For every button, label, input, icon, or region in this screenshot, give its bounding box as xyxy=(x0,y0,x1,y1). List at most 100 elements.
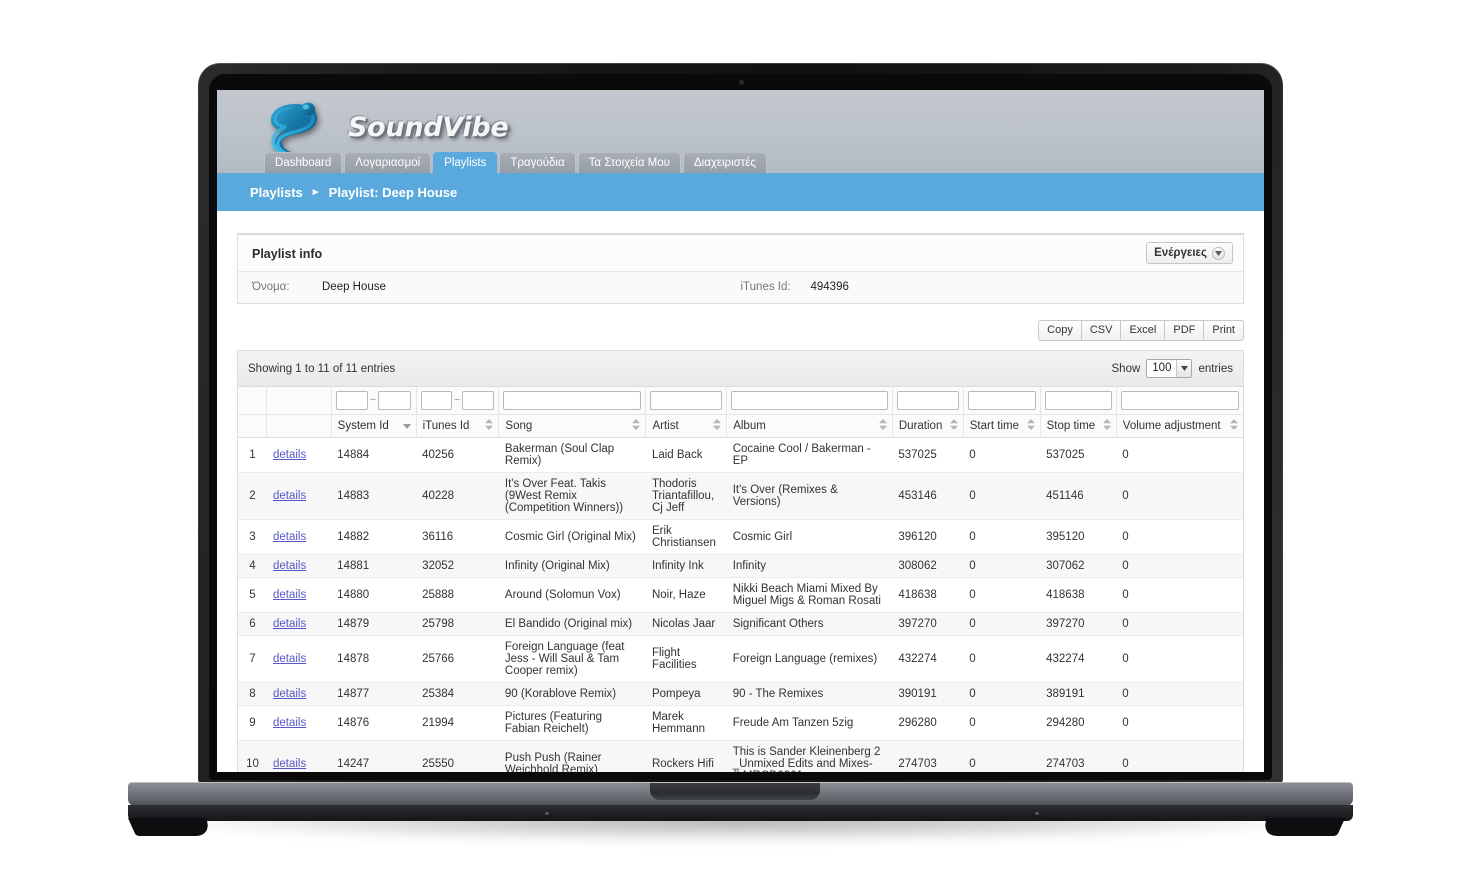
cell-song: Bakerman (Soul Clap Remix) xyxy=(498,437,646,473)
filter-volume-input[interactable] xyxy=(1120,391,1239,410)
filter-song-input[interactable] xyxy=(503,391,642,410)
brand-logo[interactable]: SoundVibe xyxy=(264,97,509,157)
filter-system-id-min[interactable] xyxy=(335,391,369,410)
cell-artist: Infinity Ink xyxy=(645,554,727,578)
cell-itunes-id: 21994 xyxy=(416,705,499,741)
cell-album: It's Over (Remixes & Versions) xyxy=(726,472,893,520)
cell-details: details xyxy=(266,472,332,520)
cell-song: Push Push (Rainer Weichhold Remix) xyxy=(498,740,646,772)
entries-info-top: Showing 1 to 11 of 11 entries xyxy=(248,362,396,375)
cell-start-time: 0 xyxy=(963,682,1041,706)
header-duration-label: Duration xyxy=(898,420,943,432)
print-button[interactable]: Print xyxy=(1203,320,1244,341)
header-duration[interactable]: Duration xyxy=(892,414,964,438)
sort-both-icon xyxy=(878,419,887,433)
details-link[interactable]: details xyxy=(273,560,306,572)
tab-tragoudia[interactable]: Τραγούδια xyxy=(499,152,576,173)
header-stop-time[interactable]: Stop time xyxy=(1040,414,1117,438)
filter-stop-time-input[interactable] xyxy=(1044,391,1112,410)
cell-itunes-id: 25798 xyxy=(416,612,499,636)
header-volume-adjustment[interactable]: Volume adjustment xyxy=(1116,414,1243,438)
tab-ta-stoixeia-mou[interactable]: Τα Στοιχεία Μου xyxy=(577,152,681,173)
header-start-time[interactable]: Start time xyxy=(963,414,1041,438)
cell-song: El Bandido (Original mix) xyxy=(498,612,646,636)
cell-details: details xyxy=(266,612,332,636)
header-album[interactable]: Album xyxy=(726,414,893,438)
table-row: 6 details 14879 25798 El Bandido (Original m… xyxy=(238,612,1243,636)
cell-volume-adjustment: 0 xyxy=(1116,554,1243,578)
laptop-foot-right xyxy=(1258,818,1346,836)
entries-label: entries xyxy=(1198,362,1233,375)
actions-dropdown-button[interactable]: Ενέργειες xyxy=(1146,242,1233,264)
filter-start-time-input[interactable] xyxy=(967,391,1036,410)
tab-logariasmoi[interactable]: Λογαριασμοί xyxy=(344,152,432,173)
cell-itunes-id: 40228 xyxy=(416,472,499,520)
filter-cell-itunes-id: ~ xyxy=(416,387,500,415)
cell-artist: Marek Hemmann xyxy=(645,705,727,741)
filter-itunes-id-min[interactable] xyxy=(420,391,453,410)
details-link[interactable]: details xyxy=(273,490,306,502)
details-link[interactable]: details xyxy=(273,717,306,729)
cell-start-time: 0 xyxy=(963,740,1041,772)
tab-diaxeiristes[interactable]: Διαχειριστές xyxy=(682,152,767,173)
cell-row-index: 4 xyxy=(238,554,267,578)
playlist-name-value: Deep House xyxy=(322,281,386,293)
header-artist[interactable]: Artist xyxy=(645,414,728,438)
cell-volume-adjustment: 0 xyxy=(1116,635,1243,683)
show-label: Show xyxy=(1111,362,1141,375)
details-link[interactable]: details xyxy=(273,653,306,665)
filter-album-input[interactable] xyxy=(731,391,888,410)
cell-start-time: 0 xyxy=(963,612,1041,636)
details-link[interactable]: details xyxy=(273,758,306,770)
cell-duration: 296280 xyxy=(892,705,964,741)
details-link[interactable]: details xyxy=(273,531,306,543)
breadcrumb-root[interactable]: Playlists xyxy=(250,185,303,200)
details-link[interactable]: details xyxy=(273,589,306,601)
cell-artist: Noir, Haze xyxy=(645,577,727,613)
table-row: 1 details 14884 40256 Bakerman (Soul Clap Re… xyxy=(238,437,1243,473)
cell-album: Infinity xyxy=(726,554,893,578)
header-system-id[interactable]: System Id xyxy=(331,414,417,438)
table-row: 9 details 14876 21994 Pictures (Featuring Fa… xyxy=(238,705,1243,741)
cell-song: Pictures (Featuring Fabian Reichelt) xyxy=(498,705,646,741)
cell-stop-time: 432274 xyxy=(1040,635,1117,683)
header-details xyxy=(266,414,332,438)
soundvibe-logo-icon xyxy=(264,97,326,157)
details-link[interactable]: details xyxy=(273,618,306,630)
header-volume-adjustment-label: Volume adjustment xyxy=(1122,420,1221,432)
header-itunes-id[interactable]: iTunes Id xyxy=(416,414,500,438)
pdf-button[interactable]: PDF xyxy=(1164,320,1204,341)
filter-duration-input[interactable] xyxy=(896,391,959,410)
table-row: 7 details 14878 25766 Foreign Language (feat… xyxy=(238,635,1243,683)
copy-button[interactable]: Copy xyxy=(1038,320,1081,341)
tab-playlists[interactable]: Playlists xyxy=(433,152,498,173)
tab-dashboard[interactable]: Dashboard xyxy=(264,152,343,173)
page-content: Playlist info Ενέργειες Όνομα: Deep Hous… xyxy=(217,211,1264,772)
filter-cell-duration xyxy=(892,387,964,415)
cell-system-id: 14247 xyxy=(331,740,417,772)
details-link[interactable]: details xyxy=(273,688,306,700)
header-album-label: Album xyxy=(733,420,766,432)
filter-system-id-max[interactable] xyxy=(378,391,411,410)
cell-start-time: 0 xyxy=(963,472,1041,520)
cell-row-index: 10 xyxy=(238,740,267,772)
header-stop-time-label: Stop time xyxy=(1046,420,1096,432)
brand-name: SoundVibe xyxy=(348,111,509,143)
details-link[interactable]: details xyxy=(273,449,306,461)
page-length-select[interactable]: 100 xyxy=(1146,359,1193,378)
cell-row-index: 2 xyxy=(238,472,267,520)
filter-artist-input[interactable] xyxy=(650,391,723,410)
cell-stop-time: 389191 xyxy=(1040,682,1117,706)
csv-button[interactable]: CSV xyxy=(1080,320,1121,341)
cell-start-time: 0 xyxy=(963,519,1041,555)
filter-itunes-id-max[interactable] xyxy=(462,391,494,410)
filter-cell-song xyxy=(498,387,647,415)
songs-table-body: 1 details 14884 40256 Bakerman (Soul Clap Re… xyxy=(238,437,1243,772)
excel-button[interactable]: Excel xyxy=(1120,320,1165,341)
cell-album: Foreign Language (remixes) xyxy=(726,635,893,683)
cell-artist: Laid Back xyxy=(645,437,727,473)
header-song[interactable]: Song xyxy=(498,414,647,438)
filter-cell-index xyxy=(238,387,268,415)
cell-duration: 397270 xyxy=(892,612,964,636)
laptop-foot-left xyxy=(127,818,215,836)
